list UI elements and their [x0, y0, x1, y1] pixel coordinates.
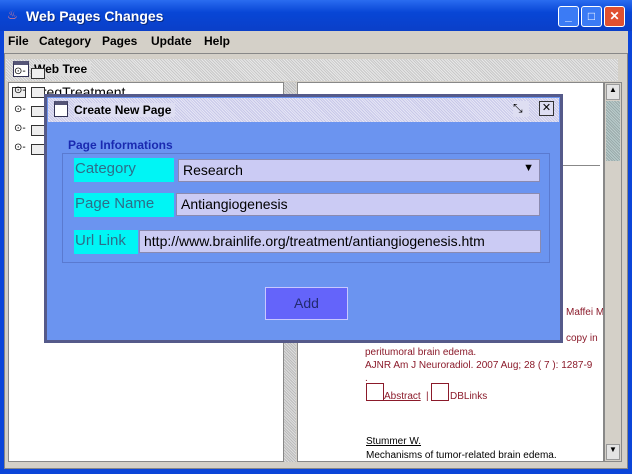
text-line: AJNR Am J Neuroradiol. 2007 Aug; 28 ( 7 … [365, 360, 593, 371]
java-app-icon: ♨ [7, 8, 18, 22]
window-icon [54, 101, 68, 117]
article-title: Mechanisms of tumor-related brain edema. [366, 450, 557, 461]
scroll-down-arrow-icon[interactable]: ▼ [606, 444, 620, 460]
category-value: Research [183, 162, 243, 178]
menu-help[interactable]: Help [204, 34, 230, 48]
menu-bar: File Category Pages Update Help [4, 31, 628, 53]
page-name-label: Page Name [74, 193, 174, 217]
section-title: Page Informations [68, 138, 173, 152]
folder-icon[interactable] [31, 125, 45, 136]
dblinks-link[interactable]: DBLinks [450, 391, 487, 402]
expand-toggle-icon[interactable]: ⊙- [14, 142, 26, 153]
menu-pages[interactable]: Pages [102, 34, 137, 48]
web-tree-titlebar[interactable] [6, 59, 618, 81]
vertical-scrollbar[interactable]: ▲ ▼ [604, 82, 622, 462]
folder-icon[interactable] [31, 106, 45, 117]
separator: | [426, 391, 429, 402]
close-button[interactable]: ✕ [604, 6, 625, 27]
category-dropdown[interactable]: Research ▼ [178, 159, 540, 182]
scroll-up-arrow-icon[interactable]: ▲ [606, 84, 620, 100]
dialog-close-icon[interactable]: ✕ [539, 101, 554, 116]
broken-image-icon [366, 383, 384, 401]
abstract-link[interactable]: Abstract [384, 391, 421, 402]
text-line: copy in [566, 333, 598, 344]
expand-toggle-icon[interactable]: ⊙- [14, 66, 26, 77]
text-line: peritumoral brain edema. [365, 347, 477, 358]
dialog-title: Create New Page [74, 103, 176, 117]
url-input[interactable]: http://www.brainlife.org/treatment/antia… [139, 230, 541, 253]
text-line: Maffei M [566, 307, 604, 318]
menu-category[interactable]: Category [39, 34, 91, 48]
menu-update[interactable]: Update [151, 34, 192, 48]
folder-icon[interactable] [31, 144, 45, 155]
folder-icon[interactable] [31, 87, 45, 98]
page-name-input[interactable]: Antiangiogenesis [176, 193, 540, 216]
expand-toggle-icon[interactable]: ⊙- [14, 85, 26, 96]
expand-toggle-icon[interactable]: ⊙- [14, 123, 26, 134]
maximize-button[interactable]: □ [581, 6, 602, 27]
add-button[interactable]: Add [265, 287, 348, 320]
menu-file[interactable]: File [8, 34, 29, 48]
broken-image-icon [431, 383, 449, 401]
category-label: Category [74, 158, 174, 182]
folder-icon[interactable] [31, 68, 45, 79]
restore-icon[interactable]: ⤡ [513, 101, 529, 117]
chevron-down-icon: ▼ [523, 162, 534, 174]
author-link[interactable]: Stummer W. [366, 436, 421, 447]
expand-toggle-icon[interactable]: ⊙- [14, 104, 26, 115]
minimize-button[interactable]: _ [558, 6, 579, 27]
scroll-thumb[interactable] [606, 101, 620, 161]
url-label: Url Link [74, 230, 138, 254]
window-title: Web Pages Changes [26, 8, 164, 24]
